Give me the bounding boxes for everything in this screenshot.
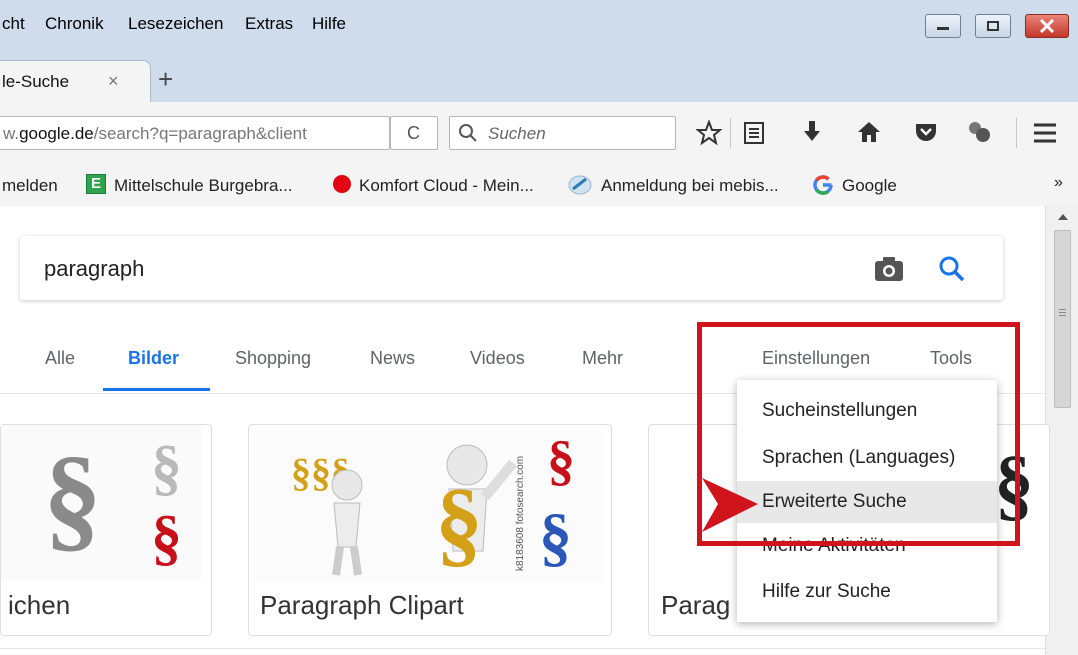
- mebis-favicon-icon: [568, 175, 592, 195]
- google-favicon-icon: [813, 175, 833, 195]
- minimize-button[interactable]: [925, 14, 961, 38]
- tab-google-search[interactable]: le-Suche ×: [0, 60, 151, 103]
- menubar: cht Chronik Lesezeichen Extras Hilfe: [0, 0, 1078, 49]
- hamburger-menu-icon[interactable]: [1032, 122, 1058, 144]
- paragraph-sign-icon: §: [547, 430, 575, 492]
- bookmark-anmelden[interactable]: melden: [2, 176, 58, 196]
- tab-all[interactable]: Alle: [45, 348, 75, 369]
- watermark: k8183608 fotosearch.com: [515, 455, 526, 571]
- results-divider: [0, 648, 1045, 649]
- paragraph-sign-icon: §: [151, 504, 182, 572]
- navigation-bar: w.google.de/search?q=paragraph&client C …: [0, 102, 1078, 163]
- paragraph-sign-icon: §: [43, 432, 102, 563]
- bookmark-mittelschule[interactable]: Mittelschule Burgebra...: [114, 176, 293, 196]
- search-icon: [459, 124, 477, 142]
- extension-icon[interactable]: [966, 119, 992, 145]
- bookmark-mebis[interactable]: Anmeldung bei mebis...: [601, 176, 779, 196]
- mittelschule-favicon-icon: E: [86, 174, 106, 194]
- search-placeholder: Suchen: [488, 124, 546, 143]
- image-result-3-caption[interactable]: Parag: [661, 590, 730, 621]
- menu-history[interactable]: Chronik: [45, 14, 104, 34]
- close-icon: [1039, 18, 1055, 34]
- paragraph-sign-icon: §: [435, 469, 483, 576]
- camera-icon[interactable]: [874, 256, 904, 282]
- menu-help[interactable]: Hilfe: [312, 14, 346, 34]
- home-icon[interactable]: [856, 119, 882, 145]
- vodafone-favicon-icon: [333, 175, 351, 193]
- menu-extras[interactable]: Extras: [245, 14, 293, 34]
- image-result-2-thumbnail[interactable]: §§§ § k8183608 fotosearch.com § §: [257, 431, 603, 581]
- new-tab-button[interactable]: +: [158, 64, 173, 95]
- maximize-button[interactable]: [975, 14, 1011, 38]
- google-search-icon[interactable]: [938, 255, 966, 283]
- image-result-2-caption[interactable]: Paragraph Clipart: [260, 590, 464, 621]
- figure-thinking-icon: [331, 469, 363, 576]
- paragraph-sign-icon: §: [539, 501, 572, 574]
- toolbar-divider: [730, 118, 731, 148]
- google-search-box[interactable]: paragraph: [20, 236, 1003, 300]
- tab-more[interactable]: Mehr: [582, 348, 623, 369]
- menu-item-search-help[interactable]: Hilfe zur Suche: [737, 571, 997, 613]
- tab-news[interactable]: News: [370, 348, 415, 369]
- toolbar-divider-2: [1016, 118, 1017, 148]
- tab-shopping[interactable]: Shopping: [235, 348, 311, 369]
- minimize-icon: [937, 27, 949, 30]
- image-result-1-caption[interactable]: ichen: [8, 590, 70, 621]
- tab-title: le-Suche: [2, 72, 70, 91]
- search-field[interactable]: Suchen: [449, 116, 676, 150]
- bookmark-star-icon[interactable]: [696, 120, 722, 146]
- tab-images[interactable]: Bilder: [128, 348, 179, 369]
- pocket-icon[interactable]: [913, 119, 939, 145]
- scroll-up-icon[interactable]: [1056, 212, 1070, 222]
- maximize-icon: [987, 21, 999, 31]
- search-query[interactable]: paragraph: [44, 256, 144, 282]
- reload-icon: C: [407, 123, 420, 143]
- annotation-arrow-icon: [702, 478, 758, 532]
- close-window-button[interactable]: [1025, 14, 1069, 38]
- active-tab-indicator: [103, 388, 210, 391]
- url-bar[interactable]: w.google.de/search?q=paragraph&client: [0, 116, 390, 150]
- tab-videos[interactable]: Videos: [470, 348, 525, 369]
- menu-bookmarks[interactable]: Lesezeichen: [128, 14, 223, 34]
- tab-close-icon[interactable]: ×: [108, 71, 119, 92]
- reload-button[interactable]: C: [390, 116, 438, 150]
- image-result-1-thumbnail[interactable]: § § §: [1, 425, 201, 580]
- paragraph-sign-icon: §: [151, 434, 182, 502]
- bookmarks-overflow-icon[interactable]: »: [1054, 174, 1063, 192]
- scrollbar-thumb[interactable]: [1054, 230, 1071, 408]
- reading-list-icon[interactable]: [742, 121, 766, 145]
- url-text: w.google.de/search?q=paragraph&client: [3, 124, 307, 143]
- menu-view[interactable]: cht: [2, 14, 25, 34]
- bookmark-komfort-cloud[interactable]: Komfort Cloud - Mein...: [359, 176, 534, 196]
- download-icon[interactable]: [800, 119, 824, 145]
- bookmark-google[interactable]: Google: [842, 176, 897, 196]
